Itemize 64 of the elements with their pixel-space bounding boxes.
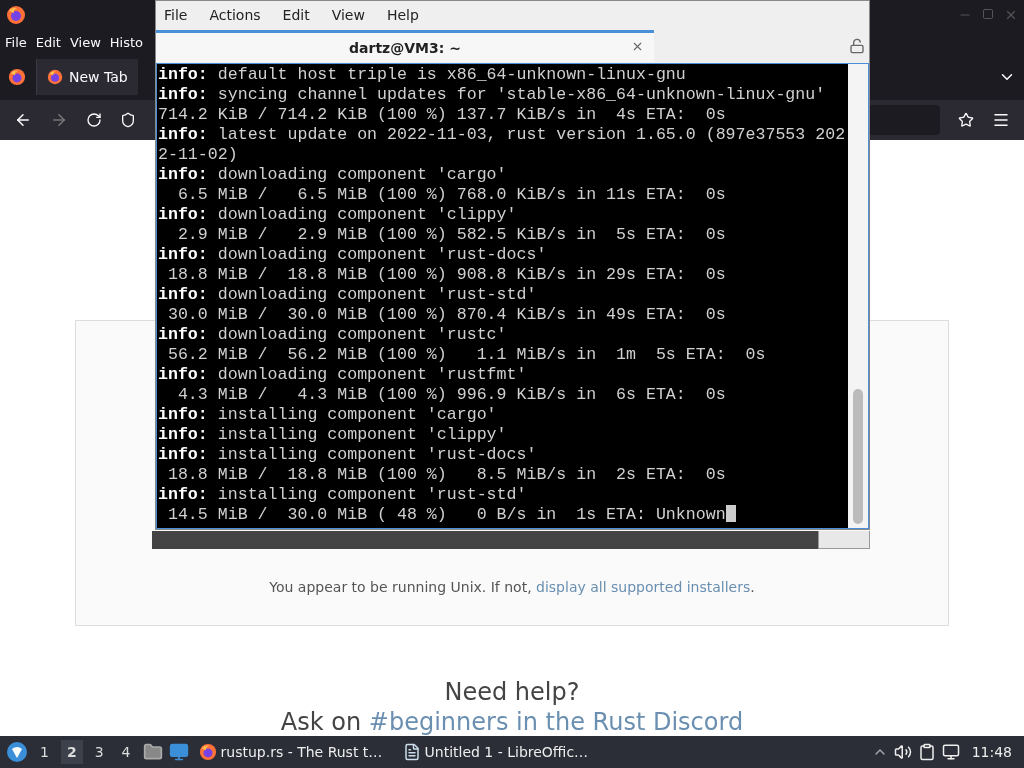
clipboard-icon[interactable] [917, 743, 936, 761]
menu-item[interactable]: Histo [109, 34, 144, 50]
tab-title: dartz@VM3: ~ [349, 39, 461, 56]
terminal-line: info: downloading component 'rustc' [158, 325, 507, 345]
star-icon[interactable] [958, 112, 974, 128]
menu-item[interactable]: Edit [282, 7, 310, 23]
terminal-line: 714.2 KiB / 714.2 KiB (100 %) 137.7 KiB/s in 4s ETA: 0s [158, 105, 726, 125]
terminal-line: 2.9 MiB / 2.9 MiB (100 %) 582.5 KiB/s in 5s ETA: 0s [176, 225, 726, 245]
terminal-line: info: installing component 'cargo' [158, 405, 497, 425]
menu-item[interactable]: Edit [35, 34, 61, 50]
terminal-line: info: default host triple is x86_64-unknown-linux-gnu [158, 65, 686, 85]
terminal-line: 6.5 MiB / 6.5 MiB (100 %) 768.0 KiB/s in 11s ETA: 0s [176, 185, 726, 205]
workspace-button[interactable]: 3 [88, 740, 110, 764]
terminal-line: 30.0 MiB / 30.0 MiB (100 %) 870.4 KiB/s in 49s ETA: 0s [166, 305, 726, 325]
start-menu-icon[interactable] [6, 741, 28, 763]
terminal-line: info: downloading component 'clippy' [158, 205, 517, 225]
terminal-line: info: downloading component 'cargo' [158, 165, 507, 185]
shield-icon[interactable] [120, 112, 136, 128]
back-icon[interactable] [14, 111, 32, 129]
terminal-line: 14.5 MiB / 30.0 MiB ( 48 %) 0 B/s in 1s ETA: Unknown [158, 505, 736, 525]
menu-item[interactable]: View [69, 34, 101, 50]
terminal-line: 4.3 MiB / 4.3 MiB (100 %) 996.9 KiB/s in 6s ETA: 0s [176, 385, 726, 405]
terminal-line: info: downloading component 'rust-std' [158, 285, 537, 305]
terminal-line: info: latest update on 2022-11-03, rust version 1.65.0 (897e37553 202 [158, 125, 846, 145]
terminal-line: info: installing component 'rust-std' [158, 485, 527, 505]
menu-item[interactable]: View [331, 7, 365, 23]
menu-item[interactable]: File [5, 34, 27, 50]
terminal-line: 56.2 MiB / 56.2 MiB (100 %) 1.1 MiB/s in 1m 5s ETA: 0s [166, 345, 766, 365]
clock: 11:48 [970, 744, 1013, 760]
terminal-line: info: syncing channel updates for 'stable-x86_64-unknown-linux-gnu' [158, 85, 826, 105]
scrollbar-thumb[interactable] [853, 389, 863, 524]
menu-item[interactable]: Help [386, 7, 419, 23]
lock-icon[interactable] [849, 38, 865, 54]
workspace-button[interactable]: 4 [115, 740, 137, 764]
close-icon[interactable] [631, 40, 644, 53]
menu-item[interactable]: File [164, 7, 188, 23]
terminal-tab[interactable]: dartz@VM3: ~ [156, 30, 654, 62]
help-text: Ask on #beginners in the Rust Discord [280, 708, 744, 736]
menu-item[interactable]: Actions [209, 7, 261, 23]
terminal-line: info: installing component 'clippy' [158, 425, 507, 445]
task-button[interactable]: Untitled 1 - LibreOffic… [398, 743, 597, 761]
task-button[interactable]: rustup.rs - The Rust t… [194, 743, 393, 761]
firefox-icon [47, 69, 63, 85]
terminal-line: info: installing component 'rust-docs' [158, 445, 537, 465]
forward-icon[interactable] [50, 111, 68, 129]
terminal-line: 18.8 MiB / 18.8 MiB (100 %) 908.8 KiB/s in 29s ETA: 0s [166, 265, 726, 285]
help-heading: Need help? [444, 678, 580, 706]
firefox-view-icon[interactable] [8, 68, 26, 86]
terminal-line: info: downloading component 'rust-docs' [158, 245, 547, 265]
terminal-line: info: downloading component 'rustfmt' [158, 365, 527, 385]
terminal-line: 18.8 MiB / 18.8 MiB (100 %) 8.5 MiB/s in 2s ETA: 0s [166, 465, 726, 485]
terminal-line: 2-11-02) [158, 145, 238, 165]
reload-icon[interactable] [86, 112, 102, 128]
desktop-icon[interactable] [168, 742, 189, 762]
notice-text: You appear to be running Unix. If not, display all supported installers. [269, 579, 755, 595]
firefox-icon [6, 5, 26, 25]
workspace-button[interactable]: 1 [34, 740, 55, 764]
volume-icon[interactable] [893, 743, 912, 761]
workspace-button[interactable]: 2 [60, 740, 83, 764]
browser-tab[interactable]: New Tab [36, 59, 138, 95]
firefox-icon [198, 743, 217, 761]
document-icon [402, 743, 421, 761]
menu-icon[interactable] [992, 111, 1010, 129]
folder-icon[interactable] [142, 742, 163, 762]
